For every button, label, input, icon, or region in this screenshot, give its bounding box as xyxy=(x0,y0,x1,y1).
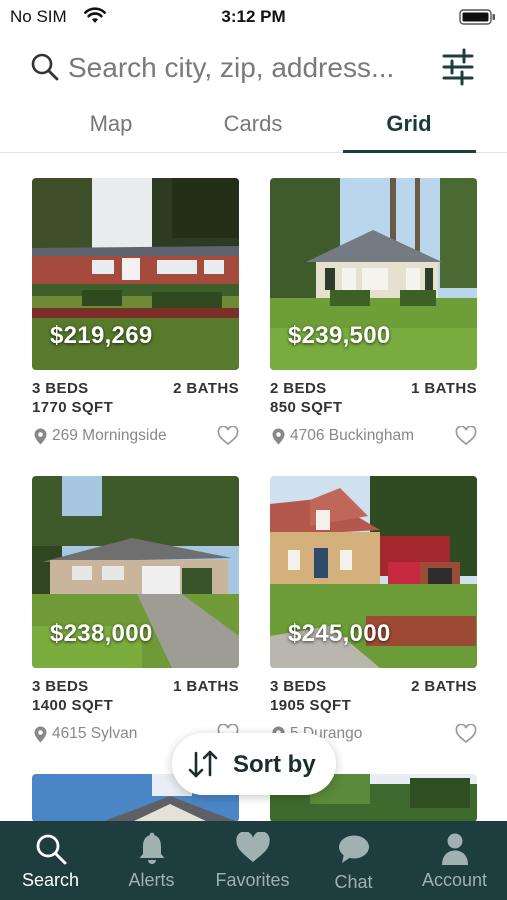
tab-active-indicator xyxy=(343,150,476,153)
listing-beds: 3 BEDS xyxy=(270,678,327,695)
tab-map[interactable]: Map xyxy=(44,104,178,148)
listing-baths: 1 BATHS xyxy=(173,678,239,695)
tab-account[interactable]: Account xyxy=(404,821,505,900)
tab-alerts-label: Alerts xyxy=(128,870,175,890)
listing-address: 269 Morningside xyxy=(52,427,167,444)
listing-beds: 3 BEDS xyxy=(32,380,89,397)
view-tabs: Map Cards Grid xyxy=(0,104,507,153)
tab-favorites-label: Favorites xyxy=(215,870,290,890)
tab-account-label: Account xyxy=(421,870,488,890)
listing-sqft: 1770 SQFT xyxy=(32,399,114,416)
listing-price: $245,000 xyxy=(288,620,391,647)
search-icon xyxy=(30,52,60,87)
listing-baths: 1 BATHS xyxy=(411,380,477,397)
favorite-heart-icon[interactable] xyxy=(455,723,477,749)
listing-sqft: 850 SQFT xyxy=(270,399,343,416)
location-pin-icon xyxy=(34,726,47,748)
tab-cards[interactable]: Cards xyxy=(186,104,320,148)
tab-grid[interactable]: Grid xyxy=(342,104,476,148)
tab-alerts[interactable]: Alerts xyxy=(101,821,202,900)
listing-price: $239,500 xyxy=(288,322,391,349)
heart-icon xyxy=(202,831,303,869)
tab-search[interactable]: Search xyxy=(0,821,101,900)
search-bar xyxy=(0,44,507,94)
filter-sliders-icon[interactable] xyxy=(440,48,476,91)
listing-photo[interactable]: $239,500 xyxy=(270,178,477,370)
battery-icon xyxy=(459,9,495,25)
chat-bubble-icon xyxy=(303,834,404,869)
listing-photo[interactable]: $238,000 xyxy=(32,476,239,668)
tab-chat-label: Chat xyxy=(334,872,373,892)
listing-photo[interactable]: $219,269 xyxy=(32,178,239,370)
status-bar: No SIM 3:12 PM xyxy=(0,0,507,34)
search-icon xyxy=(0,832,101,871)
location-pin-icon xyxy=(272,428,285,450)
listing-address: 4706 Buckingham xyxy=(290,427,415,444)
favorite-heart-icon[interactable] xyxy=(217,425,239,451)
location-pin-icon xyxy=(34,428,47,450)
bell-icon xyxy=(101,832,202,871)
listing-photo[interactable]: $245,000 xyxy=(270,476,477,668)
listing-sqft: 1400 SQFT xyxy=(32,697,114,714)
listing-price: $238,000 xyxy=(50,620,153,647)
sort-by-button[interactable]: Sort by xyxy=(172,733,336,795)
tab-chat[interactable]: Chat xyxy=(303,821,404,900)
listing-baths: 2 BATHS xyxy=(411,678,477,695)
status-time: 3:12 PM xyxy=(221,7,286,26)
listing-price: $219,269 xyxy=(50,322,153,349)
listing-beds: 3 BEDS xyxy=(32,678,89,695)
bottom-tab-bar: Search Alerts Favorites Chat Account xyxy=(0,821,507,900)
listing-address: 4615 Sylvan xyxy=(52,725,138,742)
sort-arrows-icon xyxy=(188,750,218,783)
tab-favorites[interactable]: Favorites xyxy=(202,821,303,900)
tab-search-label: Search xyxy=(21,870,80,890)
person-icon xyxy=(404,832,505,871)
search-input[interactable] xyxy=(68,49,428,87)
sort-by-label: Sort by xyxy=(233,751,316,778)
favorite-heart-icon[interactable] xyxy=(455,425,477,451)
listing-sqft: 1905 SQFT xyxy=(270,697,352,714)
listing-baths: 2 BATHS xyxy=(173,380,239,397)
listing-beds: 2 BEDS xyxy=(270,380,327,397)
